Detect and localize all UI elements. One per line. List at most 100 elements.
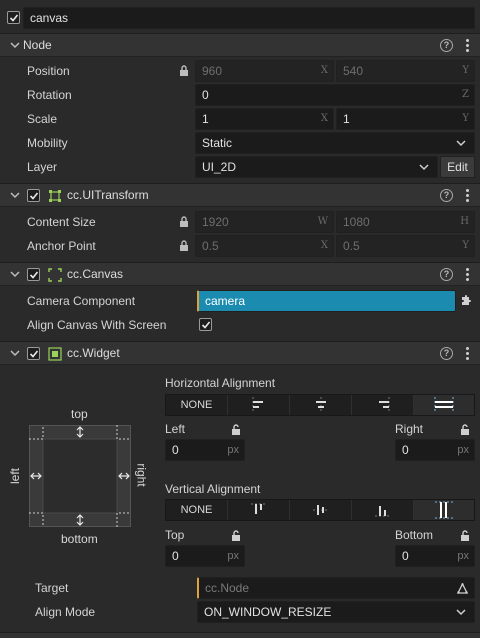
unlock-icon[interactable]: [460, 530, 471, 541]
content-size-label: Content Size: [27, 215, 96, 229]
align-middle-icon: [312, 505, 329, 515]
chevron-down-icon: [456, 140, 466, 147]
layer-edit-button[interactable]: Edit: [440, 156, 475, 178]
canvas-section-header[interactable]: cc.Canvas ?: [0, 262, 480, 286]
chevron-down-icon: [10, 42, 20, 49]
target-field[interactable]: cc.Node: [197, 577, 475, 599]
anchor-x-input: 0.5 X: [195, 235, 334, 257]
node-name-input[interactable]: canvas: [23, 7, 475, 29]
h-align-stretch-button[interactable]: [414, 395, 474, 415]
panel-bottom-divider: [0, 632, 480, 638]
vertical-alignment-group: NONE: [165, 499, 475, 521]
chevron-down-icon: [10, 350, 20, 357]
scale-y-input[interactable]: 1Y: [336, 108, 475, 130]
diagram-top-label: top: [71, 407, 88, 421]
v-align-none-button[interactable]: NONE: [166, 500, 228, 520]
align-stretch-vertical-icon: [435, 501, 453, 519]
mobility-select[interactable]: Static: [195, 132, 475, 154]
align-center-icon: [315, 397, 326, 413]
lock-icon: [180, 65, 188, 76]
h-align-left-button[interactable]: [228, 395, 290, 415]
position-x-input: 960 X: [195, 60, 334, 82]
more-options-icon[interactable]: [466, 189, 469, 202]
widget-alignment-diagram[interactable]: [29, 425, 131, 527]
diagram-left-label: left: [8, 467, 23, 485]
anchor-point-label: Anchor Point: [27, 239, 96, 253]
camera-component-field[interactable]: camera: [197, 290, 456, 312]
position-label: Position: [27, 64, 70, 78]
camera-component-label: Camera Component: [27, 294, 136, 308]
chevron-down-icon: [419, 164, 429, 171]
section-title: cc.Canvas: [67, 267, 124, 281]
left-offset-input[interactable]: 0 px: [165, 439, 245, 461]
widget-section-header[interactable]: cc.Widget ?: [0, 341, 480, 365]
align-left-icon: [252, 397, 263, 413]
left-label: Left: [165, 422, 186, 436]
v-align-top-button[interactable]: [228, 500, 290, 520]
unlock-icon[interactable]: [231, 424, 242, 435]
more-options-icon[interactable]: [466, 39, 469, 52]
v-align-bottom-button[interactable]: [352, 500, 414, 520]
unlock-icon[interactable]: [460, 424, 471, 435]
scale-label: Scale: [27, 112, 58, 126]
bottom-offset-input[interactable]: 0 px: [395, 545, 475, 567]
align-canvas-checkbox[interactable]: [199, 318, 212, 331]
chevron-down-icon: [10, 271, 20, 278]
diagram-right-label: right: [134, 463, 149, 487]
section-title: Node: [23, 38, 52, 52]
align-mode-label: Align Mode: [35, 605, 96, 619]
target-label: Target: [35, 581, 69, 595]
vertical-alignment-label: Vertical Alignment: [165, 482, 261, 496]
align-right-icon: [378, 397, 389, 413]
more-options-icon[interactable]: [466, 268, 469, 281]
node-active-checkbox[interactable]: [7, 11, 20, 24]
help-icon[interactable]: ?: [440, 39, 453, 52]
align-canvas-label: Align Canvas With Screen: [27, 318, 167, 332]
component-picker-icon[interactable]: [459, 295, 471, 307]
h-align-center-button[interactable]: [290, 395, 352, 415]
uitransform-section-header[interactable]: cc.UITransform ?: [0, 183, 480, 207]
section-title: cc.UITransform: [67, 188, 149, 202]
right-label: Right: [395, 422, 424, 436]
rotation-label: Rotation: [27, 88, 72, 102]
horizontal-alignment-label: Horizontal Alignment: [165, 376, 276, 390]
diagram-bottom-label: bottom: [61, 532, 98, 546]
h-align-none-button[interactable]: NONE: [166, 395, 228, 415]
h-align-right-button[interactable]: [352, 395, 414, 415]
scale-x-input[interactable]: 1X: [195, 108, 334, 130]
layer-label: Layer: [27, 160, 58, 174]
right-offset-input[interactable]: 0 px: [395, 439, 475, 461]
help-icon[interactable]: ?: [440, 268, 453, 281]
uitransform-icon: [49, 190, 61, 202]
component-enabled-checkbox[interactable]: [27, 268, 40, 281]
node-section-header[interactable]: Node ?: [0, 33, 480, 57]
node-picker-icon[interactable]: [457, 583, 468, 594]
v-align-stretch-button[interactable]: [414, 500, 474, 520]
top-offset-input[interactable]: 0 px: [165, 545, 245, 567]
layer-select[interactable]: UI_2D: [195, 156, 438, 178]
rotation-z-input[interactable]: 0Z: [195, 84, 475, 106]
component-enabled-checkbox[interactable]: [27, 189, 40, 202]
mobility-label: Mobility: [27, 136, 68, 150]
align-stretch-horizontal-icon: [434, 397, 454, 413]
chevron-down-icon: [456, 609, 466, 616]
help-icon[interactable]: ?: [440, 189, 453, 202]
section-title: cc.Widget: [67, 346, 120, 360]
component-enabled-checkbox[interactable]: [27, 347, 40, 360]
lock-icon: [180, 240, 188, 251]
more-options-icon[interactable]: [466, 347, 469, 360]
widget-icon: [48, 347, 62, 361]
align-bottom-icon: [374, 506, 391, 517]
bottom-label: Bottom: [395, 528, 434, 542]
unlock-icon[interactable]: [231, 530, 242, 541]
content-width-input: 1920 W: [195, 211, 334, 233]
help-icon[interactable]: ?: [440, 347, 453, 360]
v-align-middle-button[interactable]: [290, 500, 352, 520]
align-mode-select[interactable]: ON_WINDOW_RESIZE: [197, 601, 475, 623]
anchor-y-input: 0.5 Y: [336, 235, 475, 257]
canvas-component-icon: [48, 268, 62, 282]
lock-icon: [180, 216, 188, 227]
position-y-input: 540 Y: [336, 60, 475, 82]
horizontal-alignment-group: NONE: [165, 394, 475, 416]
content-height-input: 1080 H: [336, 211, 475, 233]
